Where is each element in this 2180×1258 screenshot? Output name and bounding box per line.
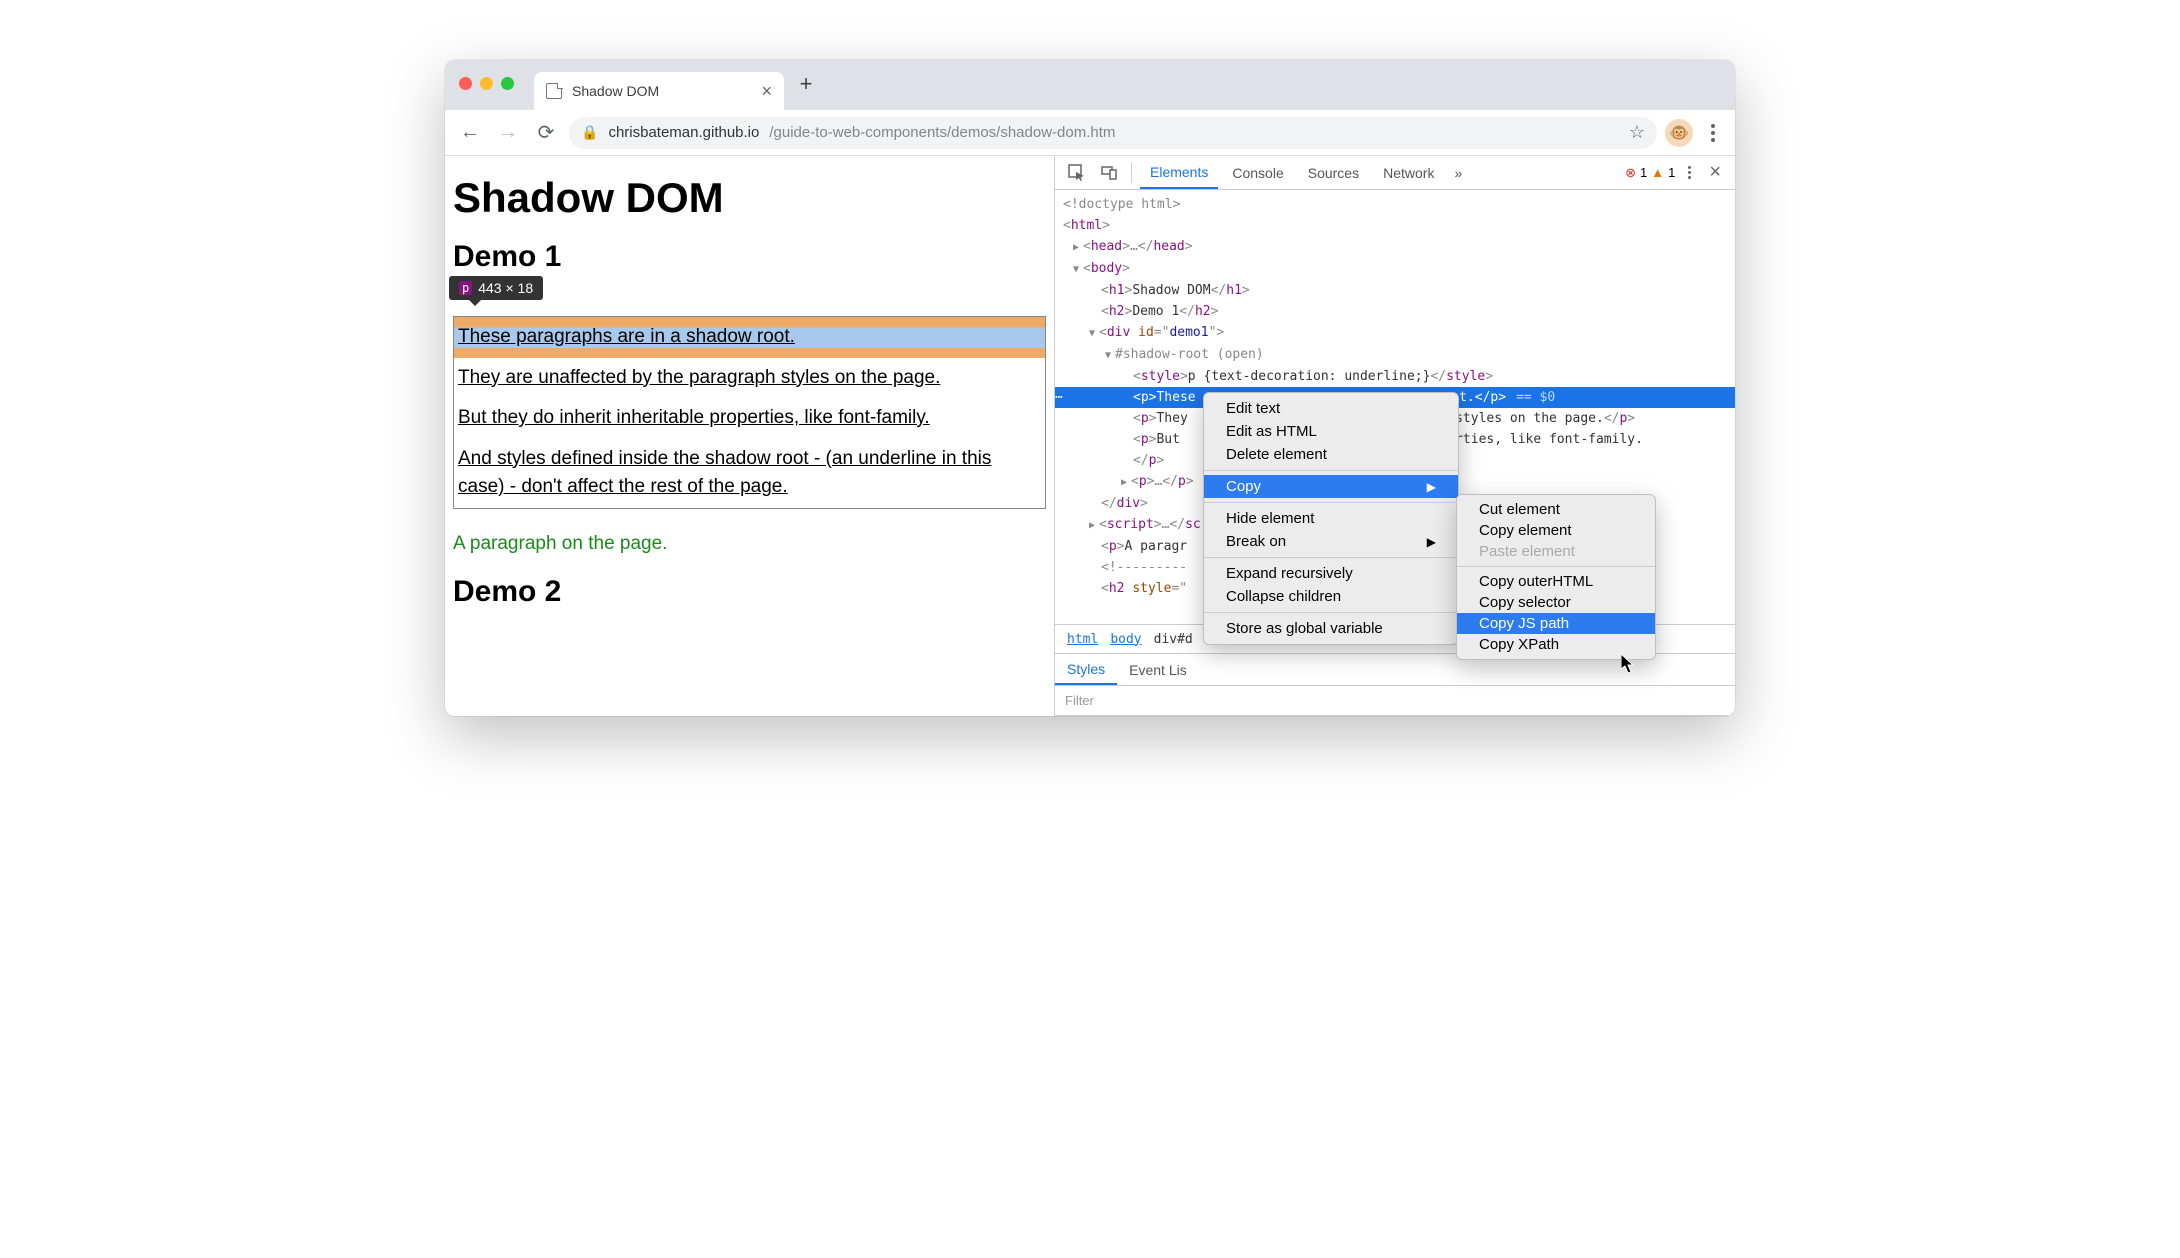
- warning-icon: ▲: [1651, 165, 1664, 180]
- sub-copy-outerhtml[interactable]: Copy outerHTML: [1457, 571, 1655, 592]
- shadow-paragraph: And styles defined inside the shadow roo…: [454, 439, 1045, 508]
- sub-copy-js-path[interactable]: Copy JS path: [1457, 613, 1655, 634]
- breadcrumb-item[interactable]: div#d: [1154, 632, 1193, 647]
- ctx-edit-text[interactable]: Edit text: [1204, 397, 1458, 420]
- shadow-dom-box: These paragraphs are in a shadow root. T…: [453, 316, 1046, 509]
- divider: [1204, 557, 1458, 558]
- shadow-paragraph: They are unaffected by the paragraph sty…: [454, 358, 1045, 399]
- profile-avatar[interactable]: 🐵: [1665, 119, 1693, 147]
- devtools-panel: Elements Console Sources Network » ⊗ 1 ▲ 1…: [1055, 156, 1735, 716]
- new-tab-button[interactable]: +: [790, 68, 822, 100]
- chevron-right-icon: ▶: [1427, 535, 1436, 549]
- error-count: 1: [1640, 165, 1647, 180]
- devtools-counts[interactable]: ⊗ 1 ▲ 1: [1625, 165, 1675, 181]
- browser-tab[interactable]: Shadow DOM ×: [534, 72, 784, 110]
- chevron-right-icon: ▶: [1427, 480, 1436, 494]
- context-menu: Edit text Edit as HTML Delete element Co…: [1203, 392, 1459, 645]
- error-icon: ⊗: [1625, 165, 1636, 181]
- cursor-icon: [1621, 654, 1635, 674]
- browser-window: Shadow DOM × + ← → ⟳ 🔒 chrisbateman.gith…: [445, 60, 1735, 716]
- tooltip-dimensions: 443 × 18: [478, 280, 533, 296]
- device-toggle-icon[interactable]: [1095, 159, 1123, 187]
- styles-tab[interactable]: Styles: [1055, 654, 1117, 685]
- sub-copy-selector[interactable]: Copy selector: [1457, 592, 1655, 613]
- element-tooltip: p 443 × 18: [449, 276, 543, 300]
- url-host: chrisbateman.github.io: [608, 124, 759, 141]
- page-h2-demo2: Demo 2: [453, 575, 1046, 609]
- warning-count: 1: [1668, 165, 1675, 180]
- sub-copy-element[interactable]: Copy element: [1457, 520, 1655, 541]
- forward-button[interactable]: →: [493, 118, 523, 148]
- shadow-paragraph: But they do inherit inheritable properti…: [454, 398, 1045, 439]
- traffic-lights[interactable]: [459, 77, 514, 90]
- close-window-icon[interactable]: [459, 77, 472, 90]
- sub-paste-element: Paste element: [1457, 541, 1655, 562]
- styles-filter[interactable]: Filter: [1055, 686, 1735, 716]
- toolbar: ← → ⟳ 🔒 chrisbateman.github.io/guide-to-…: [445, 110, 1735, 156]
- tab-title: Shadow DOM: [572, 83, 751, 99]
- browser-menu-button[interactable]: [1701, 124, 1725, 142]
- ctx-delete-element[interactable]: Delete element: [1204, 443, 1458, 466]
- divider: [1204, 502, 1458, 503]
- sub-cut-element[interactable]: Cut element: [1457, 499, 1655, 520]
- ctx-break-on[interactable]: Break on▶: [1204, 530, 1458, 553]
- shadow-paragraph: These paragraphs are in a shadow root.: [454, 317, 1045, 358]
- url-path: /guide-to-web-components/demos/shadow-do…: [769, 124, 1115, 141]
- divider: [1204, 470, 1458, 471]
- devtools-tab-sources[interactable]: Sources: [1298, 156, 1369, 189]
- devtools-close-button[interactable]: ×: [1703, 161, 1727, 184]
- breadcrumb-item[interactable]: html: [1067, 632, 1098, 647]
- devtools-tabs-overflow[interactable]: »: [1448, 165, 1468, 181]
- devtools-tabbar: Elements Console Sources Network » ⊗ 1 ▲ 1…: [1055, 156, 1735, 190]
- ctx-hide-element[interactable]: Hide element: [1204, 507, 1458, 530]
- ctx-edit-html[interactable]: Edit as HTML: [1204, 420, 1458, 443]
- maximize-window-icon[interactable]: [501, 77, 514, 90]
- inspect-icon[interactable]: [1063, 159, 1091, 187]
- back-button[interactable]: ←: [455, 118, 485, 148]
- minimize-window-icon[interactable]: [480, 77, 493, 90]
- address-bar[interactable]: 🔒 chrisbateman.github.io/guide-to-web-co…: [569, 117, 1657, 149]
- rendered-page: Shadow DOM Demo 1 p 443 × 18 These parag…: [445, 156, 1055, 716]
- ctx-collapse-children[interactable]: Collapse children: [1204, 585, 1458, 608]
- devtools-tab-elements[interactable]: Elements: [1140, 156, 1218, 189]
- titlebar: Shadow DOM × +: [445, 60, 1735, 110]
- tooltip-tag: p: [459, 281, 472, 295]
- devtools-tab-console[interactable]: Console: [1222, 156, 1293, 189]
- divider: [1457, 566, 1655, 567]
- ctx-expand-recursively[interactable]: Expand recursively: [1204, 562, 1458, 585]
- breadcrumb-item[interactable]: body: [1110, 632, 1141, 647]
- page-icon: [546, 83, 562, 99]
- close-tab-icon[interactable]: ×: [761, 81, 772, 102]
- divider: [1131, 163, 1132, 183]
- page-h2-demo1: Demo 1: [453, 240, 1046, 274]
- devtools-tab-network[interactable]: Network: [1373, 156, 1444, 189]
- ctx-copy[interactable]: Copy▶: [1204, 475, 1458, 498]
- ctx-store-global[interactable]: Store as global variable: [1204, 617, 1458, 640]
- bookmark-icon[interactable]: ☆: [1629, 122, 1645, 143]
- dom-doctype: <!doctype html>: [1063, 197, 1180, 212]
- page-h1: Shadow DOM: [453, 174, 1046, 222]
- reload-button[interactable]: ⟳: [531, 118, 561, 148]
- lock-icon: 🔒: [581, 124, 598, 141]
- divider: [1204, 612, 1458, 613]
- devtools-menu-button[interactable]: [1679, 166, 1699, 179]
- event-listeners-tab[interactable]: Event Lis: [1117, 654, 1199, 685]
- copy-submenu: Cut element Copy element Paste element C…: [1456, 494, 1656, 660]
- page-paragraph: A paragraph on the page.: [453, 533, 1046, 575]
- sub-copy-xpath[interactable]: Copy XPath: [1457, 634, 1655, 655]
